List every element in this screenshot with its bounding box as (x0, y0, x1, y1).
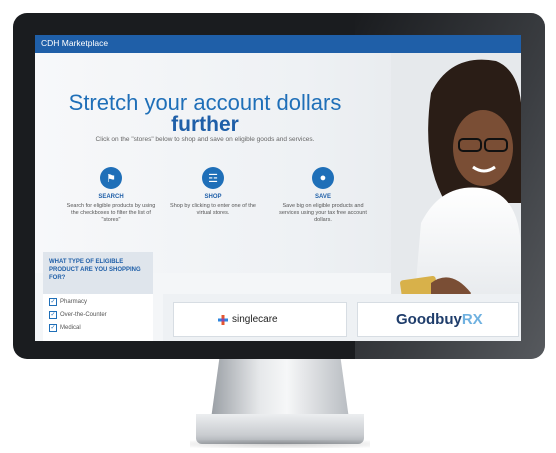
hero-headline-emphasis: further (171, 113, 239, 136)
checkbox-checked-icon[interactable]: ✓ (49, 323, 57, 332)
store-list: singlecare GoodbuyRX (163, 294, 521, 341)
filter-pharmacy[interactable]: ✓ Pharmacy (49, 296, 153, 307)
step-search: ⚑ SEARCH Search for eligible products by… (65, 167, 157, 224)
basket-icon: ☲ (202, 167, 224, 189)
filter-medical[interactable]: ✓ Medical (49, 322, 153, 333)
filter-heading: WHAT TYPE OF ELIGIBLE PRODUCT ARE YOU SH… (49, 259, 141, 281)
step-title: SAVE (315, 194, 331, 200)
step-text: Shop by clicking to enter one of the vir… (170, 203, 256, 216)
step-title: SEARCH (98, 194, 124, 200)
hero-headline: Stretch your account dollars (68, 90, 342, 115)
step-save: ● SAVE Save big on eligible products and… (277, 167, 369, 224)
filter-heading-box: WHAT TYPE OF ELIGIBLE PRODUCT ARE YOU SH… (43, 252, 153, 294)
step-text: Save big on eligible products and servic… (279, 203, 367, 223)
store-name-main: Goodbuy (396, 311, 462, 328)
store-name: singlecare (232, 314, 278, 325)
filter-label: Pharmacy (60, 298, 88, 305)
step-shop: ☲ SHOP Shop by clicking to enter one of … (167, 167, 259, 217)
tag-icon: ⚑ (100, 167, 122, 189)
store-card-goodbuyrx[interactable]: GoodbuyRX (357, 302, 519, 337)
filter-list: ✓ Pharmacy ✓ Over-the-Counter ✓ Medical (43, 294, 153, 341)
stand-shadow (190, 440, 370, 448)
app-title: CDH Marketplace (41, 38, 109, 48)
filter-label: Medical (60, 324, 81, 331)
hero-subtitle: Click on the "stores" below to shop and … (95, 136, 315, 143)
store-name-accent: RX (461, 311, 483, 328)
checkbox-checked-icon[interactable]: ✓ (49, 310, 57, 319)
piggy-bank-icon: ● (312, 167, 334, 189)
top-bar: CDH Marketplace (35, 35, 521, 53)
filter-label: Over-the-Counter (60, 311, 107, 318)
screen: CDH Marketplace Stretch your account dol… (35, 35, 521, 341)
monitor-stand-neck (211, 359, 349, 419)
step-title: SHOP (204, 194, 222, 200)
filter-over-the-counter[interactable]: ✓ Over-the-Counter (49, 309, 153, 320)
store-card-singlecare[interactable]: singlecare (173, 302, 347, 337)
step-text: Search for eligible products by using th… (66, 203, 156, 223)
store-logo-goodbuyrx: GoodbuyRX (396, 311, 483, 328)
checkbox-checked-icon[interactable]: ✓ (49, 297, 57, 306)
singlecare-logo-icon (218, 315, 228, 325)
